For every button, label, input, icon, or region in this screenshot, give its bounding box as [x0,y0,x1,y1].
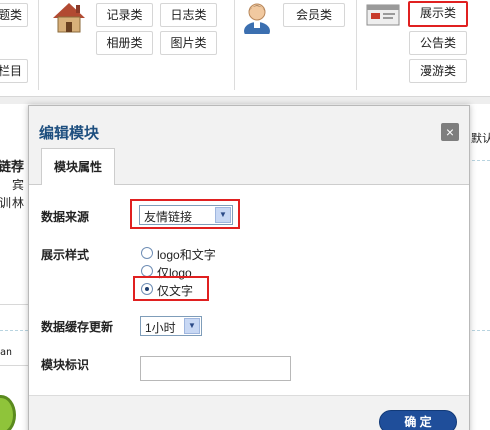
bg-divider [0,304,28,305]
cache-update-label: 数据缓存更新 [41,320,114,334]
tab-module-properties[interactable]: 模块属性 [41,148,115,185]
card-icon [366,2,400,28]
radio-button[interactable] [141,247,153,259]
radio-dot [145,287,149,291]
house-icon [50,0,88,34]
bg-divider [472,330,490,331]
toolbar-button-roaming[interactable]: 漫游类 [409,59,467,83]
toolbar-button-left-2[interactable]: 栏目 [0,59,28,83]
module-toolbar: 题类 栏目 记录类 日志类 相册类 图片类 会员类 展示类 公告类 漫游类 [0,0,490,96]
toolbar-separator [356,0,357,90]
toolbar-bottom-strip [0,96,490,104]
radio-label: 仅文字 [157,284,194,298]
toolbar-button-images[interactable]: 图片类 [160,31,217,55]
toolbar-button-albums[interactable]: 相册类 [96,31,153,55]
toolbar-button-display[interactable]: 展示类 [408,1,468,27]
bg-divider [0,365,28,366]
toolbar-separator [234,0,235,90]
display-style-label: 展示样式 [41,248,90,262]
bg-divider [0,330,28,331]
bg-text-fragment: an [0,347,13,358]
toolbar-button-announcements[interactable]: 公告类 [409,31,467,55]
toolbar-separator [38,0,39,90]
data-source-label: 数据来源 [41,210,90,224]
dropdown-arrow-icon[interactable]: ▼ [215,207,231,223]
bg-logo-fragment [0,395,16,430]
radio-label: logo和文字 [157,248,216,262]
radio-button-selected[interactable] [141,283,153,295]
toolbar-button-left-1[interactable]: 题类 [0,3,28,27]
edit-module-dialog: 编辑模块 × 模块属性 数据来源 友情链接 ▼ 展示样式 logo和文字 仅lo… [28,105,470,430]
bg-text-fragment: 林 [12,196,25,210]
data-source-select[interactable]: 友情链接 ▼ [139,205,233,225]
module-id-label: 模块标识 [41,358,90,372]
cache-update-value: 1小时 [145,321,176,335]
person-icon [242,0,272,40]
bg-text-fragment: 链荐 [0,159,25,174]
toolbar-button-members[interactable]: 会员类 [283,3,345,27]
confirm-button[interactable]: 确 定 [379,410,457,430]
display-option-text-only[interactable]: 仅文字 [141,281,211,298]
toolbar-button-records[interactable]: 记录类 [96,3,153,27]
dialog-footer-divider [29,395,469,396]
bg-divider [472,160,490,161]
toolbar-button-logs[interactable]: 日志类 [160,3,217,27]
data-source-value: 友情链接 [144,210,193,224]
bg-text-fragment: 宾 [12,178,25,192]
dropdown-arrow-icon[interactable]: ▼ [184,318,200,334]
module-id-input[interactable] [140,356,291,381]
close-icon[interactable]: × [441,123,459,141]
bg-text-fragment: 默认 [471,133,490,145]
cache-update-select[interactable]: 1小时 ▼ [140,316,202,336]
dialog-title: 编辑模块 [39,125,100,142]
display-option-logo-and-text[interactable]: logo和文字 [141,245,241,262]
bg-text-fragment: 训 [0,196,12,210]
